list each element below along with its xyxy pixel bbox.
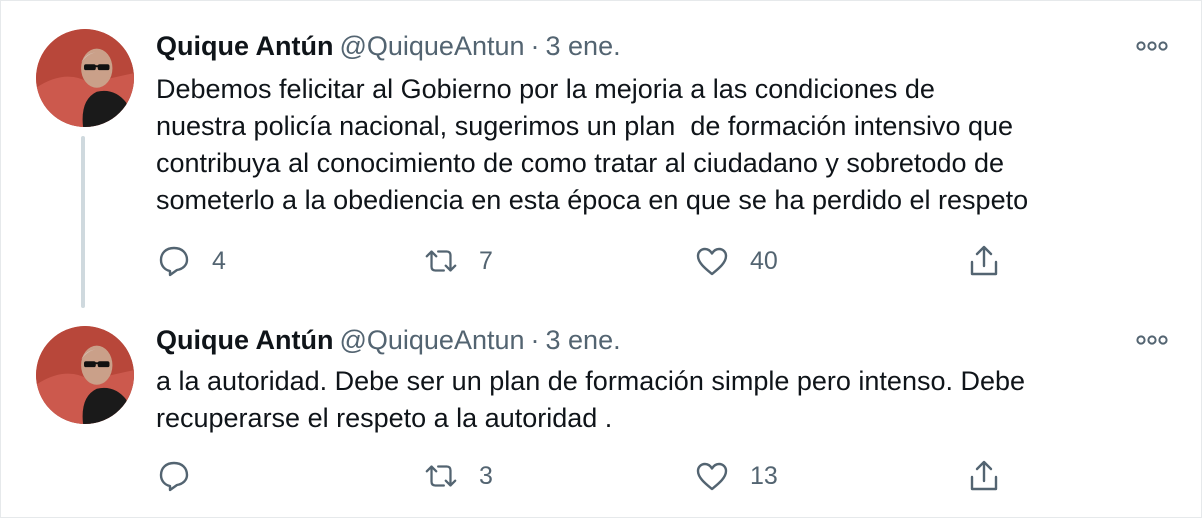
like-count: 40 <box>750 247 778 275</box>
author-handle[interactable]: @QuiqueAntun <box>339 325 524 355</box>
retweet-button[interactable]: 7 <box>423 241 493 281</box>
retweet-icon <box>423 458 459 494</box>
tweet-text-line: a la autoridad. Debe ser un plan de form… <box>156 366 1026 396</box>
reply-bubble-icon <box>156 243 192 279</box>
share-icon <box>966 243 1002 279</box>
avatar[interactable] <box>36 326 134 424</box>
more-options-icon[interactable] <box>1134 330 1170 350</box>
reply-bubble-icon <box>156 458 192 494</box>
header-separator: · <box>530 325 540 355</box>
tweet[interactable]: Quique Antún @QuiqueAntun · 3 ene. Debemos … <box>1 1 1201 306</box>
heart-icon <box>694 243 730 279</box>
tweet-text: Debemos felicitar al Gobierno por la mej… <box>156 71 1186 219</box>
tweet-text-line: someterlo a la obediencia en esta época … <box>156 185 1029 215</box>
tweet-date[interactable]: 3 ene. <box>546 325 621 355</box>
tweet-actions: 4 7 40 <box>156 241 1036 281</box>
tweet-text-line: nuestra policía nacional, sugerimos un p… <box>156 111 1014 141</box>
tweet-text: a la autoridad. Debe ser un plan de form… <box>156 363 1186 437</box>
reply-button[interactable] <box>156 456 212 496</box>
like-button[interactable]: 13 <box>694 456 778 496</box>
retweet-icon <box>423 243 459 279</box>
tweet-header: Quique Antún @QuiqueAntun · 3 ene. <box>156 29 621 63</box>
tweet-date[interactable]: 3 ene. <box>546 31 621 61</box>
reply-count: 4 <box>212 247 226 275</box>
retweet-count: 3 <box>479 462 493 490</box>
heart-icon <box>694 458 730 494</box>
like-button[interactable]: 40 <box>694 241 778 281</box>
tweet-header: Quique Antún @QuiqueAntun · 3 ene. <box>156 323 621 357</box>
tweet-text-line: recuperarse el respeto a la autoridad . <box>156 403 613 433</box>
retweet-button[interactable]: 3 <box>423 456 493 496</box>
more-options-icon[interactable] <box>1134 36 1170 56</box>
tweet-thread-card: Quique Antún @QuiqueAntun · 3 ene. Debemos … <box>0 0 1202 518</box>
share-button[interactable] <box>966 456 1002 496</box>
author-handle[interactable]: @QuiqueAntun <box>339 31 524 61</box>
like-count: 13 <box>750 462 778 490</box>
avatar[interactable] <box>36 29 134 127</box>
reply-button[interactable]: 4 <box>156 241 226 281</box>
tweet-text-line: Debemos felicitar al Gobierno por la mej… <box>156 74 935 104</box>
author-name[interactable]: Quique Antún <box>156 325 333 355</box>
author-name[interactable]: Quique Antún <box>156 31 333 61</box>
header-separator: · <box>530 31 540 61</box>
tweet-text-line: contribuya al conocimiento de como trata… <box>156 148 1005 178</box>
tweet-actions: 3 13 <box>156 456 1036 496</box>
tweet[interactable]: Quique Antún @QuiqueAntun · 3 ene. a la aut… <box>1 306 1201 517</box>
retweet-count: 7 <box>479 247 493 275</box>
share-button[interactable] <box>966 241 1002 281</box>
share-icon <box>966 458 1002 494</box>
